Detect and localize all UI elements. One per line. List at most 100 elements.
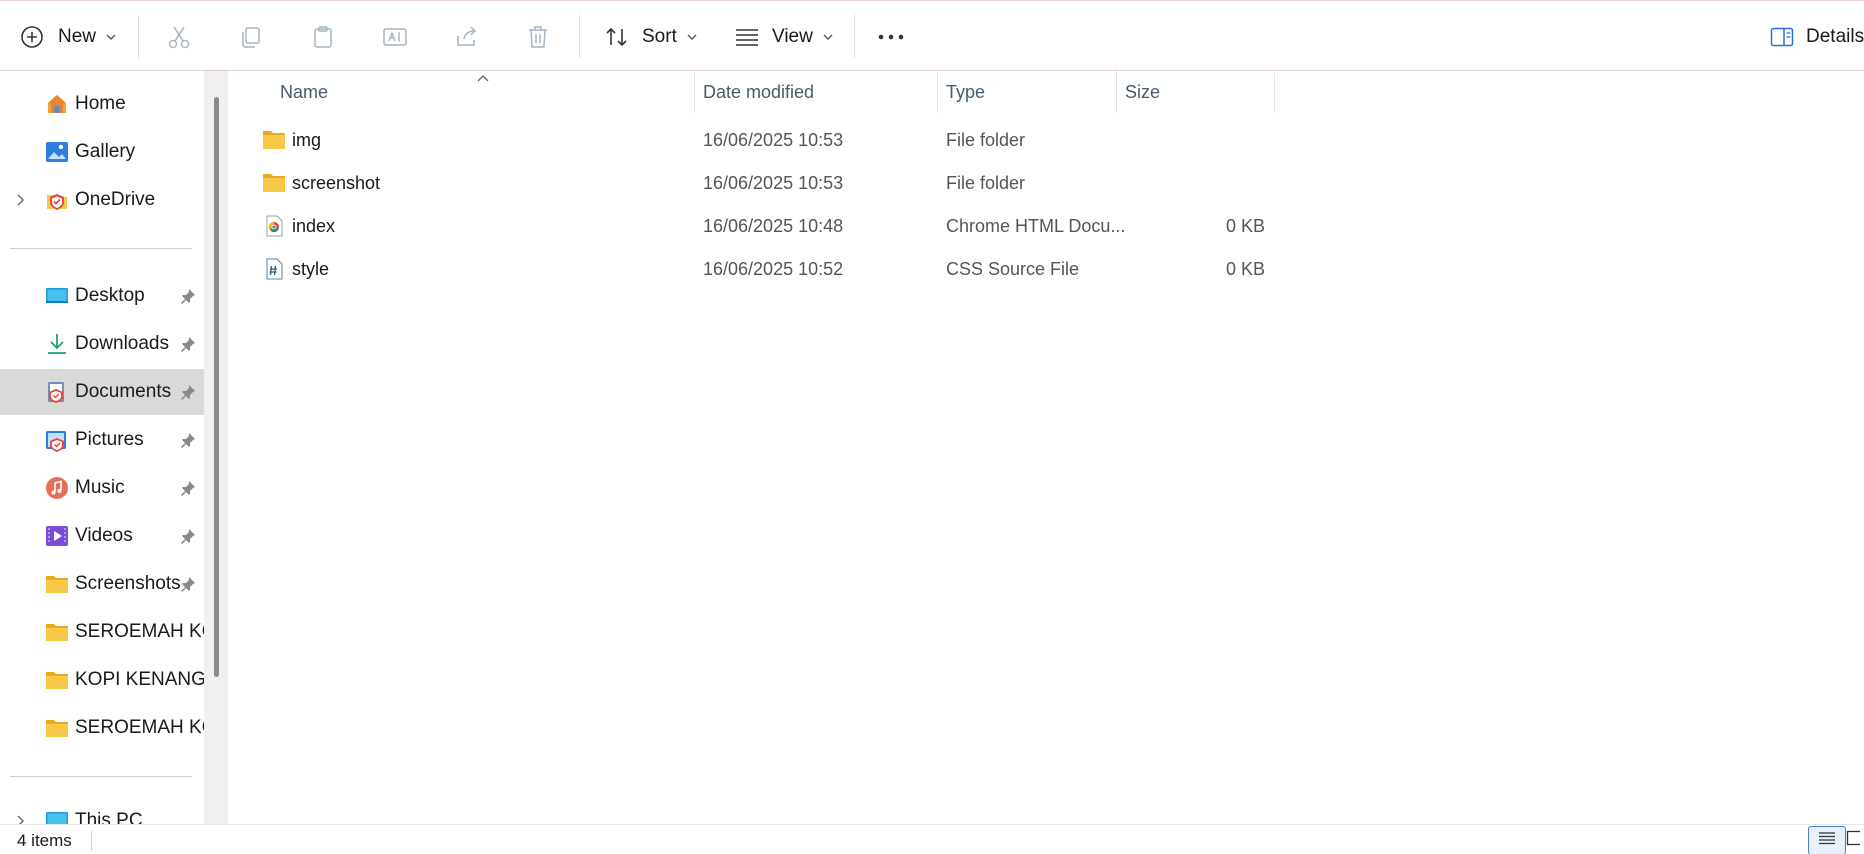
file-type: CSS Source File bbox=[946, 259, 1080, 279]
cut-button[interactable] bbox=[166, 1, 192, 72]
column-divider[interactable] bbox=[1116, 71, 1117, 113]
sidebar-item-onedrive[interactable]: OneDrive bbox=[0, 177, 204, 223]
sidebar-item-kopi-kenangan[interactable]: KOPI KENANGAN bbox=[0, 657, 204, 703]
pin-icon[interactable] bbox=[180, 432, 196, 448]
more-dots-icon bbox=[878, 33, 904, 41]
details-pane-label: Details bbox=[1806, 25, 1864, 47]
details-view-button[interactable] bbox=[1808, 826, 1846, 854]
file-name: style bbox=[292, 259, 330, 279]
file-list: Name Date modified Type Size img 16/06/2… bbox=[228, 71, 1864, 824]
chrome-html-icon bbox=[262, 215, 286, 237]
file-date: 16/06/2025 10:53 bbox=[703, 173, 844, 193]
file-row-img[interactable]: img 16/06/2025 10:53 File folder bbox=[228, 119, 1278, 162]
column-header-label: Name bbox=[280, 81, 329, 102]
sidebar-item-label: OneDrive bbox=[75, 189, 156, 210]
sidebar-item-screenshots[interactable]: Screenshots bbox=[0, 561, 204, 607]
gallery-icon bbox=[45, 140, 69, 164]
this-pc-icon bbox=[45, 809, 69, 824]
chevron-right-icon[interactable] bbox=[14, 813, 26, 824]
sidebar-item-label: Downloads bbox=[75, 333, 169, 354]
sidebar-item-pictures[interactable]: Pictures bbox=[0, 417, 204, 463]
details-view-icon bbox=[1818, 831, 1836, 850]
pin-icon[interactable] bbox=[180, 384, 196, 400]
folder-icon bbox=[45, 668, 69, 692]
sidebar-item-seroemah-kopi[interactable]: SEROEMAH KOPI bbox=[0, 609, 204, 655]
sidebar-item-music[interactable]: Music bbox=[0, 465, 204, 511]
sidebar-item-desktop[interactable]: Desktop bbox=[0, 273, 204, 319]
column-divider[interactable] bbox=[1274, 71, 1275, 113]
file-name: index bbox=[292, 216, 336, 236]
file-row-screenshot[interactable]: screenshot 16/06/2025 10:53 File folder bbox=[228, 162, 1278, 205]
sidebar-divider bbox=[10, 776, 192, 777]
column-divider[interactable] bbox=[694, 71, 695, 113]
rename-button[interactable] bbox=[381, 1, 409, 72]
sidebar-divider bbox=[10, 248, 192, 249]
toolbar-divider bbox=[579, 15, 580, 58]
column-header-label: Date modified bbox=[703, 81, 815, 102]
pin-icon[interactable] bbox=[180, 576, 196, 592]
column-header-size[interactable]: Size bbox=[1125, 71, 1275, 113]
details-pane-icon bbox=[1770, 27, 1794, 47]
pin-icon[interactable] bbox=[180, 288, 196, 304]
column-divider[interactable] bbox=[937, 71, 938, 113]
pin-icon[interactable] bbox=[180, 528, 196, 544]
sidebar-item-downloads[interactable]: Downloads bbox=[0, 321, 204, 367]
column-header-label: Size bbox=[1125, 81, 1161, 102]
file-size bbox=[1118, 162, 1265, 205]
column-header-date[interactable]: Date modified bbox=[703, 71, 938, 113]
command-bar: New Sort View Details bbox=[0, 0, 1864, 71]
downloads-icon bbox=[45, 332, 69, 356]
file-date: 16/06/2025 10:48 bbox=[703, 216, 844, 236]
pin-icon[interactable] bbox=[180, 336, 196, 352]
file-date: 16/06/2025 10:52 bbox=[703, 259, 844, 279]
tiles-view-button[interactable] bbox=[1846, 826, 1864, 854]
file-row-style[interactable]: style 16/06/2025 10:52 CSS Source File 0… bbox=[228, 248, 1278, 291]
column-header-name[interactable]: Name bbox=[280, 71, 695, 113]
sidebar-item-label: SEROEMAH KOPI bbox=[75, 621, 204, 642]
sidebar-item-label: Gallery bbox=[75, 141, 136, 162]
folder-icon bbox=[45, 572, 69, 596]
file-row-index[interactable]: index 16/06/2025 10:48 Chrome HTML Docu.… bbox=[228, 205, 1278, 248]
rename-icon bbox=[381, 24, 409, 50]
sort-button-label: Sort bbox=[642, 25, 677, 47]
more-options-button[interactable] bbox=[878, 1, 904, 72]
details-pane-button[interactable]: Details bbox=[1770, 1, 1864, 72]
column-header-type[interactable]: Type bbox=[946, 71, 1116, 113]
sidebar-scrollbar-thumb[interactable] bbox=[214, 97, 219, 677]
music-icon bbox=[45, 476, 69, 500]
folder-icon bbox=[262, 129, 286, 151]
sidebar-item-seroemah-kopi-2[interactable]: SEROEMAH KOPI bbox=[0, 705, 204, 751]
file-name: img bbox=[292, 130, 322, 150]
delete-button[interactable] bbox=[526, 1, 550, 72]
file-size: 0 KB bbox=[1225, 216, 1265, 236]
status-bar: 4 items bbox=[0, 824, 1864, 854]
view-button-label: View bbox=[772, 25, 813, 47]
share-button[interactable] bbox=[454, 1, 480, 72]
copy-button[interactable] bbox=[238, 1, 264, 72]
paste-button[interactable] bbox=[310, 1, 336, 72]
file-type: File folder bbox=[946, 173, 1026, 193]
pin-icon[interactable] bbox=[180, 480, 196, 496]
file-type: Chrome HTML Docu... bbox=[946, 216, 1126, 236]
view-button[interactable]: View bbox=[734, 1, 833, 72]
chevron-right-icon[interactable] bbox=[14, 192, 26, 208]
navigation-pane: Home Gallery OneDrive Desktop Downloads … bbox=[0, 71, 204, 824]
sidebar-item-gallery[interactable]: Gallery bbox=[0, 129, 204, 175]
new-button[interactable]: New bbox=[20, 1, 116, 72]
new-button-label: New bbox=[58, 25, 97, 47]
sidebar-item-label: SEROEMAH KOPI bbox=[75, 717, 204, 738]
home-icon bbox=[45, 92, 69, 116]
sidebar-item-label: Documents bbox=[75, 381, 172, 402]
chevron-down-icon bbox=[823, 28, 833, 46]
sidebar-item-documents[interactable]: Documents bbox=[0, 369, 204, 415]
sidebar-item-videos[interactable]: Videos bbox=[0, 513, 204, 559]
sidebar-item-this-pc[interactable]: This PC bbox=[0, 798, 204, 824]
sidebar-item-label: Desktop bbox=[75, 285, 145, 306]
sort-button[interactable]: Sort bbox=[604, 1, 697, 72]
sidebar-item-label: Screenshots bbox=[75, 573, 181, 594]
file-size: 0 KB bbox=[1225, 259, 1265, 279]
file-date: 16/06/2025 10:53 bbox=[703, 130, 844, 150]
status-divider bbox=[91, 831, 92, 851]
sidebar-item-home[interactable]: Home bbox=[0, 81, 204, 127]
scissors-icon bbox=[166, 24, 192, 50]
